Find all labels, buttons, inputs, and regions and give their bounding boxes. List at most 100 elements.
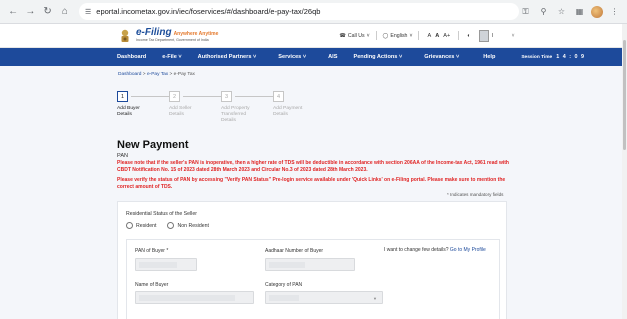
go-to-profile-link[interactable]: Go to My Profile (450, 247, 486, 253)
residential-status-label: Residential Status of the Seller (126, 211, 197, 217)
nav-grievances[interactable]: Grievances ˅ (424, 54, 459, 60)
change-details-label: I want to change few details? (384, 247, 449, 253)
session-value: 1 4 : 0 9 (556, 54, 585, 60)
change-details-text: I want to change few details? Go to My P… (384, 247, 486, 253)
step-1: 1 Add Buyer Details (117, 91, 167, 118)
language-label: English (390, 32, 408, 39)
reload-icon[interactable]: ↻ (41, 4, 55, 20)
breadcrumb-current: e-Pay Tax (173, 72, 195, 77)
scrollbar-thumb[interactable] (623, 40, 626, 150)
home-icon[interactable]: ⌂ (58, 4, 72, 20)
step-label: Add Buyer Details (117, 106, 140, 118)
page-title: New Payment (117, 139, 189, 151)
globe-icon: ◯ (382, 32, 389, 39)
phone-icon: ☎ (339, 32, 346, 39)
browser-toolbar: ← → ↻ ⌂ ☰ eportal.incometax.gov.in/iec/f… (0, 0, 627, 24)
nav-dashboard[interactable]: Dashboard (117, 54, 146, 60)
aadhaar-input[interactable] (265, 258, 355, 271)
avatar[interactable] (478, 29, 489, 42)
verify-pan-warning: Please verify the status of PAN by acces… (117, 177, 506, 190)
residential-status-group: Resident Non Resident (126, 222, 220, 229)
session-label: Session Time (521, 54, 553, 60)
logo-tagline: Anywhere Anytime (173, 31, 219, 38)
radio-resident[interactable]: Resident (126, 222, 156, 229)
buyer-form-card: Residential Status of the Seller Residen… (117, 201, 507, 319)
page-scrollbar[interactable] (622, 24, 627, 319)
step-number: 2 (169, 91, 180, 102)
language-selector[interactable]: ◯ English ˅ (383, 33, 413, 39)
radio-non-resident-label: Non Resident (177, 222, 209, 229)
contrast-icon[interactable]: ◐ (467, 33, 470, 39)
step-label: Add Seller Details (169, 106, 192, 118)
nav-efile-label: e-File (162, 54, 177, 60)
font-default-button[interactable]: A (435, 33, 439, 39)
session-timer: Session Time 1 4 : 0 9 (521, 54, 585, 60)
step-number: 3 (221, 91, 232, 102)
call-us-label: Call Us (347, 32, 365, 39)
step-label: Add Payment Details (273, 106, 303, 118)
pan-buyer-input[interactable] (135, 258, 197, 271)
call-us-button[interactable]: ☎ Call Us ˅ (339, 33, 369, 39)
radio-circle[interactable] (167, 222, 175, 229)
pan-inoperative-warning: Please note that if the seller's PAN is … (117, 160, 509, 173)
step-3: 3 Add Property Transferred Details (221, 91, 271, 124)
breadcrumb-dashboard[interactable]: Dashboard (118, 72, 141, 77)
nav-efile[interactable]: e-File ˅ (162, 54, 181, 60)
divider (458, 31, 460, 40)
step-2: 2 Add Seller Details (169, 91, 219, 118)
chevron-down-icon: ˅ (409, 32, 413, 39)
nav-grievances-label: Grievances (424, 54, 455, 60)
nav-authorised-partners-label: Authorised Partners (197, 54, 252, 60)
breadcrumb: Dashboard > e-Pay Tax > e-Pay Tax (118, 72, 195, 77)
masked-value (139, 295, 235, 301)
star-icon[interactable]: ☆ (555, 5, 568, 18)
masked-value (269, 262, 305, 268)
step-label: Add Property Transferred Details (221, 106, 250, 124)
name-buyer-input[interactable] (135, 291, 254, 304)
masked-value (269, 295, 299, 301)
zoom-icon[interactable]: ⚲ (537, 5, 550, 18)
font-small-button[interactable]: A (427, 33, 431, 39)
chevron-down-icon[interactable]: ˅ (512, 33, 515, 39)
aadhaar-label: Aadhaar Number of Buyer (265, 248, 324, 254)
nav-services-label: Services (278, 54, 302, 60)
nav-help[interactable]: Help (483, 54, 495, 60)
chevron-down-icon: ˅ (366, 32, 370, 39)
forward-icon[interactable]: → (23, 4, 37, 20)
radio-non-resident[interactable]: Non Resident (167, 222, 209, 229)
site-header: e-Filing Anywhere Anytime Income Tax Depa… (0, 24, 622, 48)
site-info-icon[interactable]: ☰ (85, 8, 91, 16)
site-logo[interactable]: e-Filing Anywhere Anytime Income Tax Depa… (136, 28, 218, 43)
buyer-details-section: PAN of Buyer * Aadhaar Number of Buyer I… (126, 239, 500, 319)
mandatory-note: * Indicates mandatory fields (447, 192, 504, 197)
nav-services[interactable]: Services ˅ (278, 54, 306, 60)
nav-authorised-partners[interactable]: Authorised Partners ˅ (198, 54, 257, 60)
url-text: eportal.incometax.gov.in/iec/foservices/… (96, 7, 321, 16)
user-name[interactable]: I (492, 33, 502, 39)
nav-ais[interactable]: AIS (328, 54, 337, 60)
pan-label: PAN (117, 153, 129, 159)
radio-circle[interactable] (126, 222, 133, 229)
pan-buyer-label-text: PAN of Buyer (135, 248, 165, 254)
address-bar[interactable]: ☰ eportal.incometax.gov.in/iec/foservice… (79, 3, 519, 20)
step-number: 4 (273, 91, 284, 102)
nav-pending-actions[interactable]: Pending Actions ˅ (353, 54, 402, 60)
chevron-down-icon: ▼ (373, 296, 377, 301)
main-nav: Dashboard e-File ˅ Authorised Partners ˅… (0, 48, 622, 66)
masked-value (139, 262, 177, 268)
profile-icon[interactable] (591, 5, 603, 18)
key-icon[interactable]: ⚿ (519, 5, 532, 18)
category-pan-select[interactable]: ▼ (265, 291, 383, 304)
nav-pending-actions-label: Pending Actions (353, 54, 398, 60)
breadcrumb-epay-tax[interactable]: e-Pay Tax (147, 72, 168, 77)
category-pan-label: Category of PAN (265, 282, 303, 288)
extensions-icon[interactable]: ▦ (573, 5, 586, 18)
name-buyer-label: Name of Buyer (135, 282, 169, 288)
stepper: 1 Add Buyer Details 2 Add Seller Details… (117, 91, 317, 131)
font-large-button[interactable]: A+ (443, 33, 450, 39)
menu-icon[interactable]: ⋮ (608, 5, 621, 18)
emblem-icon (118, 28, 132, 44)
back-icon[interactable]: ← (6, 4, 20, 20)
divider (375, 31, 377, 40)
divider (418, 31, 420, 40)
